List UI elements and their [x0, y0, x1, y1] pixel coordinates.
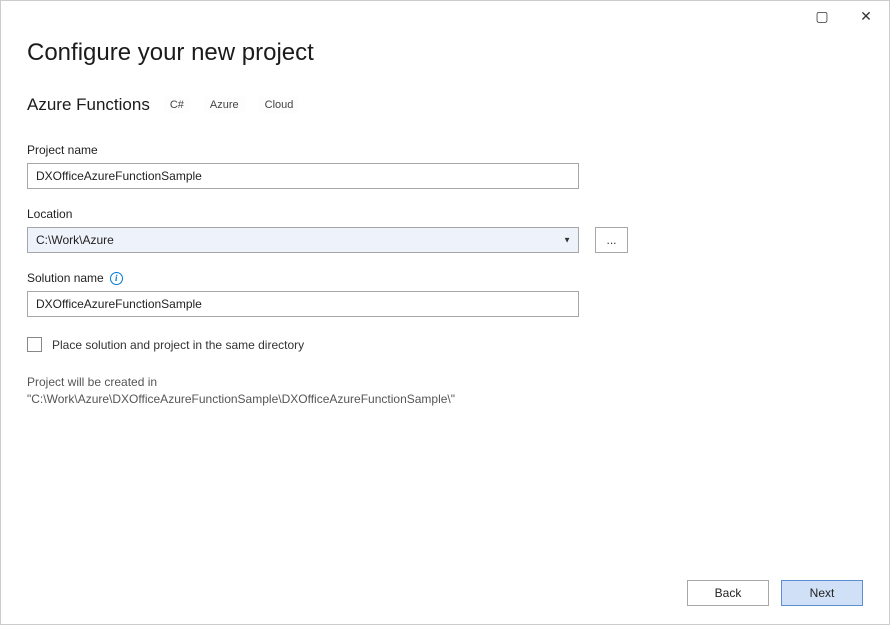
- tag-cloud: Cloud: [259, 97, 300, 113]
- titlebar: ▢ ✕: [1, 1, 889, 31]
- tag-csharp: C#: [164, 97, 190, 113]
- maximize-icon: ▢: [815, 8, 828, 25]
- solution-name-input[interactable]: [27, 291, 579, 317]
- solution-name-label: Solution name: [27, 271, 104, 285]
- footer-buttons: Back Next: [687, 580, 863, 606]
- project-name-group: Project name: [27, 143, 863, 189]
- solution-name-group: Solution name i: [27, 271, 863, 317]
- location-label: Location: [27, 207, 863, 221]
- browse-button[interactable]: ...: [595, 227, 628, 253]
- location-group: Location ▼ ...: [27, 207, 863, 253]
- same-directory-checkbox[interactable]: [27, 337, 42, 352]
- dialog-window: ▢ ✕ Configure your new project Azure Fun…: [0, 0, 890, 625]
- dialog-content: Configure your new project Azure Functio…: [1, 31, 889, 624]
- back-button[interactable]: Back: [687, 580, 769, 606]
- close-button[interactable]: ✕: [849, 4, 883, 28]
- project-name-label: Project name: [27, 143, 863, 157]
- creation-path-text: Project will be created in "C:\Work\Azur…: [27, 374, 587, 408]
- page-title: Configure your new project: [27, 39, 863, 67]
- maximize-button[interactable]: ▢: [805, 4, 839, 28]
- location-combo[interactable]: [27, 227, 579, 253]
- same-directory-row: Place solution and project in the same d…: [27, 337, 863, 352]
- project-name-input[interactable]: [27, 163, 579, 189]
- info-icon[interactable]: i: [110, 272, 123, 285]
- template-name: Azure Functions: [27, 95, 150, 115]
- close-icon: ✕: [860, 8, 872, 25]
- template-header-row: Azure Functions C# Azure Cloud: [27, 95, 863, 115]
- location-combo-wrap: ▼: [27, 227, 579, 253]
- same-directory-label: Place solution and project in the same d…: [52, 338, 304, 352]
- next-button[interactable]: Next: [781, 580, 863, 606]
- tag-azure: Azure: [204, 97, 245, 113]
